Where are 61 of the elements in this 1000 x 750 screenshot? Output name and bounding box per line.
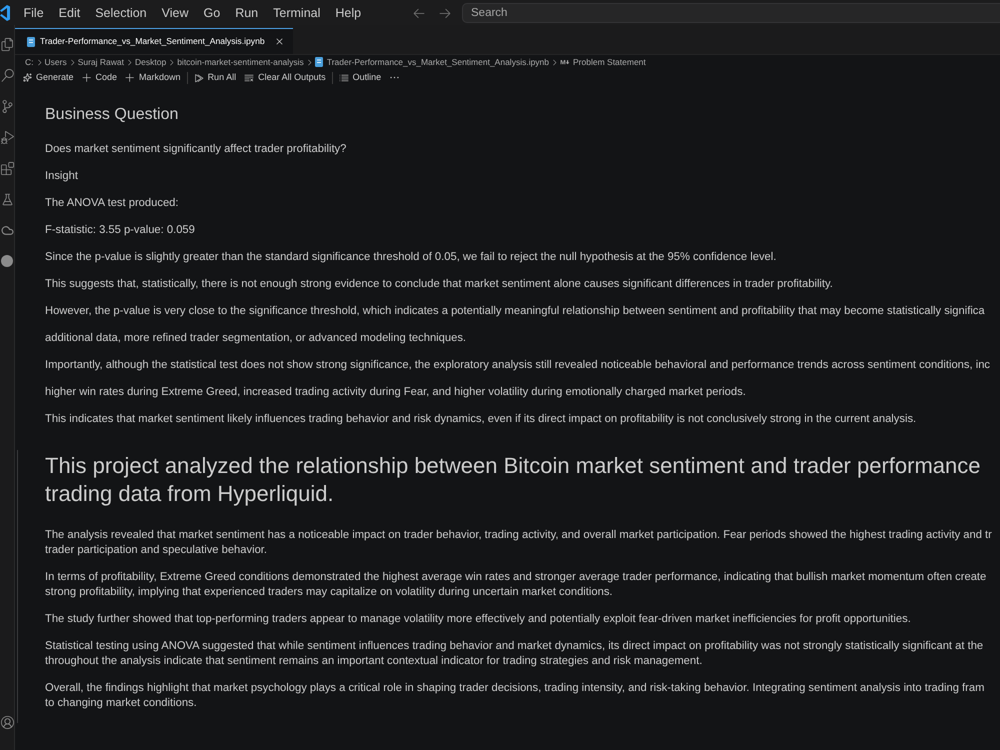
menu-item[interactable]: View (154, 4, 196, 22)
toolbar-button[interactable]: Run All (190, 70, 240, 85)
extensions-icon[interactable] (0, 162, 14, 175)
account-icon[interactable] (0, 716, 14, 729)
paragraph: additional data, more refined trader segmentation, or advanced modeling techniques. (45, 331, 468, 346)
search-field[interactable]: Search (462, 2, 1000, 22)
logo-icon (0, 4, 10, 20)
paragraph: Statistical testing using ANOVA suggested that while sentiment influences trading behavior and market dynamics, its direct impact on profitability was not strongly statistically significant at the throughout the analysis indicate that sentiment remains an important contextual indicator for trading strategies and risk management. (45, 639, 984, 669)
plus-icon (125, 72, 136, 82)
paragraph: The study further showed that top-performing traders appear to manage volatility more effectively and potentially exploit fear-driven market inefficiencies for profit opportunities. (45, 612, 912, 627)
sparkle-icon (23, 73, 32, 82)
paragraph: This suggests that, statistically, there is not enough strong evidence to conclude that market sentiment alone causes significant differences in trader profitability. (45, 277, 834, 292)
play-bug-icon[interactable] (0, 131, 14, 144)
toolbar-button[interactable]: Generate (19, 70, 78, 85)
paragraph: Insight (45, 169, 79, 184)
paragraph: Overall, the findings highlight that market psychology plays a critical role in shaping trader decisions, trading intensity, and risk-taking behavior. Integrating sentiment analysis into trading fram to changing market conditions. (45, 681, 986, 711)
toolbar-button[interactable]: Clear All Outputs (240, 70, 330, 85)
close-icon[interactable] (274, 36, 285, 47)
breadcrumb-item[interactable]: Problem Statement (573, 56, 646, 68)
files-icon[interactable] (0, 38, 14, 51)
editor-tab[interactable]: Trader-Performance_vs_Market_Sentiment_Analysis.ipynb (15, 28, 293, 54)
breadcrumb-item[interactable]: Desktop (135, 56, 166, 68)
run-all-icon (194, 72, 204, 82)
menu-item[interactable]: Selection (88, 4, 154, 22)
menu-item[interactable]: Help (328, 4, 369, 22)
paragraph: This indicates that market sentiment likely influences trading behavior and risk dynamics, even if its direct impact on profitability is not conclusively strong in the current analysis. (45, 412, 918, 427)
paragraph: The analysis revealed that market sentiment has a noticeable impact on trader behavior, trading activity, and overall market participation. Fear periods showed the highest trading activity and tr trader participation and speculative behavior. (45, 528, 993, 558)
menu-item[interactable]: File (16, 4, 52, 22)
breadcrumb-item[interactable]: Trader-Performance_vs_Market_Sentiment_Analysis.ipynb (326, 56, 550, 68)
menu-item[interactable]: Edit (51, 4, 88, 22)
breadcrumb-item[interactable]: Users (44, 56, 67, 68)
toolbar-button[interactable]: Outline (334, 70, 386, 85)
breadcrumb-item[interactable]: bitcoin-market-sentiment-analysis (177, 56, 304, 68)
cell-heading: Business Question (45, 105, 180, 125)
paragraph: However, the p-value is very close to the significance threshold, which indicates a potentially meaningful relationship between sentiment and profitability that may become statistically significa (45, 304, 986, 319)
menu-item[interactable]: Terminal (266, 4, 328, 22)
cloud-icon[interactable] (0, 224, 14, 237)
breadcrumb-item[interactable]: Suraj Rawat (78, 56, 124, 68)
toolbar-button[interactable]: Markdown (121, 70, 185, 85)
branch-icon[interactable] (0, 100, 14, 113)
paragraph: The ANOVA test produced: (45, 196, 180, 211)
paragraph: In terms of profitability, Extreme Greed conditions demonstrated the highest average win rates and stronger average trader performance, indicating that bullish market momentum often create strong profitability, implying that experienced traders may capitalize on volatility during uncertain market conditions. (45, 570, 988, 600)
notebook-file-icon (27, 36, 35, 46)
clear-all-icon (244, 72, 254, 82)
paragraph: F-statistic: 3.55 p-value: 0.059 (45, 223, 196, 238)
paragraph: Since the p-value is slightly greater than the standard significance threshold of 0.05, we fail to reject the null hypothesis at the 95% confidence level. (45, 250, 778, 265)
circle-icon[interactable] (1, 255, 13, 267)
plus-icon (82, 72, 92, 82)
search-icon[interactable] (0, 69, 14, 82)
paragraph: higher win rates during Extreme Greed, increased trading activity during Fear, and higher volatility during emotionally charged market periods. (45, 385, 747, 400)
menu-item[interactable]: Run (228, 4, 266, 22)
breadcrumb-item[interactable]: C: (25, 56, 34, 68)
flask-icon[interactable] (0, 193, 14, 206)
markdown-icon (560, 57, 570, 67)
paragraph: Importantly, although the statistical test does not show strong significance, the exploratory analysis still revealed noticeable behavioral and performance trends across sentiment conditions, inc (45, 358, 992, 373)
cell-heading: This project analyzed the relationship between Bitcoin market sentiment and trader performance trading data from Hyperliquid. (45, 452, 982, 508)
toolbar-button[interactable]: Code (78, 70, 122, 85)
list-icon (338, 72, 349, 82)
notebook-file-icon (314, 57, 323, 67)
paragraph: Does market sentiment significantly affect trader profitability? (45, 142, 348, 157)
menu-item[interactable]: Go (196, 4, 228, 22)
